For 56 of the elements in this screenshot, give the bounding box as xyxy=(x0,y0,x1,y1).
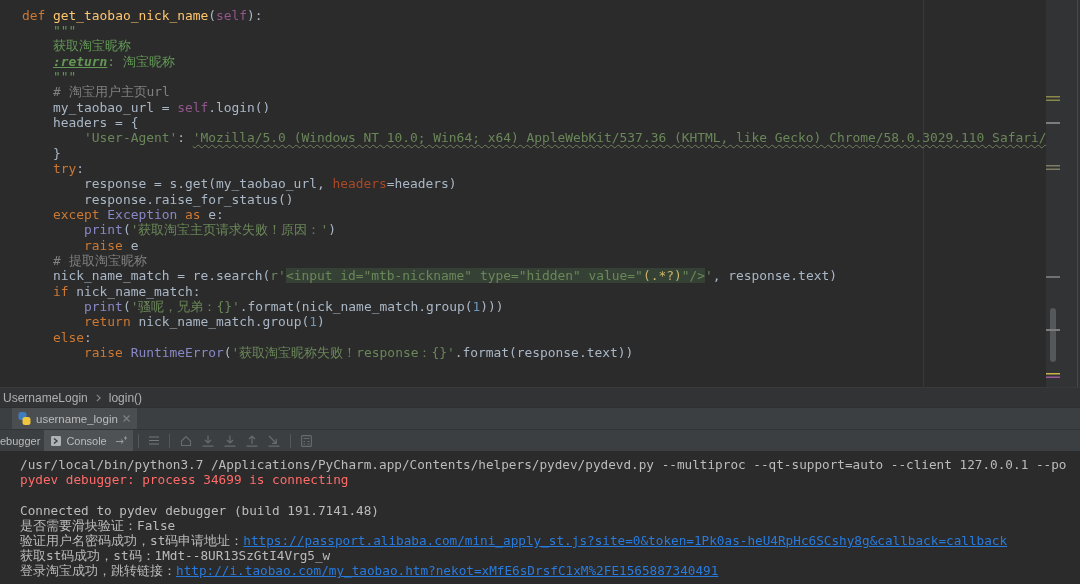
stripe-marker-icon[interactable] xyxy=(1046,329,1061,331)
stripe-marker-icon[interactable] xyxy=(1046,96,1061,101)
close-icon[interactable] xyxy=(122,415,130,422)
code-line: """ xyxy=(53,68,77,85)
stripe-marker-icon[interactable] xyxy=(1046,373,1061,378)
console-icon xyxy=(51,435,62,446)
code-line: response = s.get(my_taobao_url, headers=headers) xyxy=(84,176,457,192)
code-line: else: xyxy=(53,329,92,346)
up-arrow-icon[interactable] xyxy=(245,434,258,447)
code-line: raise RuntimeError('获取淘宝昵称失败！response：{}'.format(response.text)) xyxy=(84,345,634,361)
arrow-star-icon[interactable] xyxy=(115,436,127,445)
scrollbar-thumb[interactable] xyxy=(1050,308,1057,362)
chevron-icon xyxy=(95,393,101,402)
code-line: raise e xyxy=(84,237,139,253)
console-line: 是否需要滑块验证：False xyxy=(20,517,176,533)
breadcrumb-item[interactable]: UsernameLogin xyxy=(3,390,88,405)
console-text: 登录淘宝成功，跳转链接： xyxy=(20,563,176,579)
diagonal-arrow-icon[interactable] xyxy=(267,434,280,447)
console-link[interactable]: https://passport.alibaba.com/mini_apply_st.js?site=0&token=1Pk0as-heU4RpHc6SCshy8g&callback=callback xyxy=(243,532,1008,548)
down-arrow-icon[interactable] xyxy=(223,434,236,447)
code-line: nick_name_match = re.search(r'<input id="mtb-nickname" type="hidden" value="(.*?)"/>', response.text) xyxy=(53,268,837,284)
console-line: pydev debugger: process 34699 is connecting xyxy=(20,472,349,488)
code-line: headers = { xyxy=(53,114,139,131)
code-line: """ xyxy=(53,22,77,39)
code-line: 'User-Agent': 'Mozilla/5.0 (Windows NT 10.0; Win64; x64) AppleWebKit/537.36 (KHTML, like Gecko) Chrome/58.0.3029.110 Safari/ xyxy=(84,130,1047,146)
stripe-marker-icon[interactable] xyxy=(1046,165,1061,170)
code-line: if nick_name_match: xyxy=(53,283,201,300)
script-icon xyxy=(18,412,31,425)
code-line: print('获取淘宝主页请求失败！原因：') xyxy=(84,222,336,238)
code-line: def get_taobao_nick_name(self): xyxy=(22,7,263,23)
code-line: # 提取淘宝昵称 xyxy=(53,253,147,269)
console-text: 验证用户名密码成功，st码申请地址： xyxy=(20,532,244,548)
code-line: 获取淘宝昵称 xyxy=(53,38,132,54)
code-line: my_taobao_url = self.login() xyxy=(53,99,271,115)
breadcrumb-item[interactable]: login() xyxy=(108,390,143,405)
console-line: 获取st码成功，st码：1Mdt--8UR13SzGtI4Vrg5_w xyxy=(20,548,331,564)
stripe-marker-icon[interactable] xyxy=(1046,122,1061,124)
console-line: Connected to pydev debugger (build 191.7141.48) xyxy=(20,502,379,518)
code-line: print('骚呢，兄弟：{}'.format(nick_name_match.group(1))) xyxy=(84,299,504,315)
console-line: /usr/local/bin/python3.7 /Applications/PyCharm.app/Contents/helpers/pydev/pydevd.py --multiproc --qt-support=auto --client 127.0.0.1 --po xyxy=(20,457,1067,473)
code-line: response.raise_for_status() xyxy=(84,191,294,207)
code-line: return nick_name_match.group(1) xyxy=(84,314,325,330)
code-line: # 淘宝用户主页url xyxy=(53,84,170,100)
house-icon[interactable] xyxy=(179,435,192,446)
calculator-icon[interactable] xyxy=(300,434,312,447)
menu-icon[interactable] xyxy=(148,436,159,445)
debug-tab[interactable]: ebugger xyxy=(0,430,45,451)
session-tab[interactable]: username_login xyxy=(12,408,137,429)
stripe-marker-icon[interactable] xyxy=(1046,276,1061,278)
code-line: :return: 淘宝昵称 xyxy=(53,53,175,69)
down-arrow-icon[interactable] xyxy=(201,434,214,447)
debug-tab[interactable]: Console xyxy=(44,430,133,451)
code-line: except Exception as e: xyxy=(53,206,224,223)
console-link[interactable]: http://i.taobao.com/my_taobao.htm?nekot=xMfE6sDrsfC1xM%2FE1565887340491 xyxy=(176,563,719,579)
code-line: } xyxy=(53,145,61,161)
code-line: try: xyxy=(53,160,85,177)
